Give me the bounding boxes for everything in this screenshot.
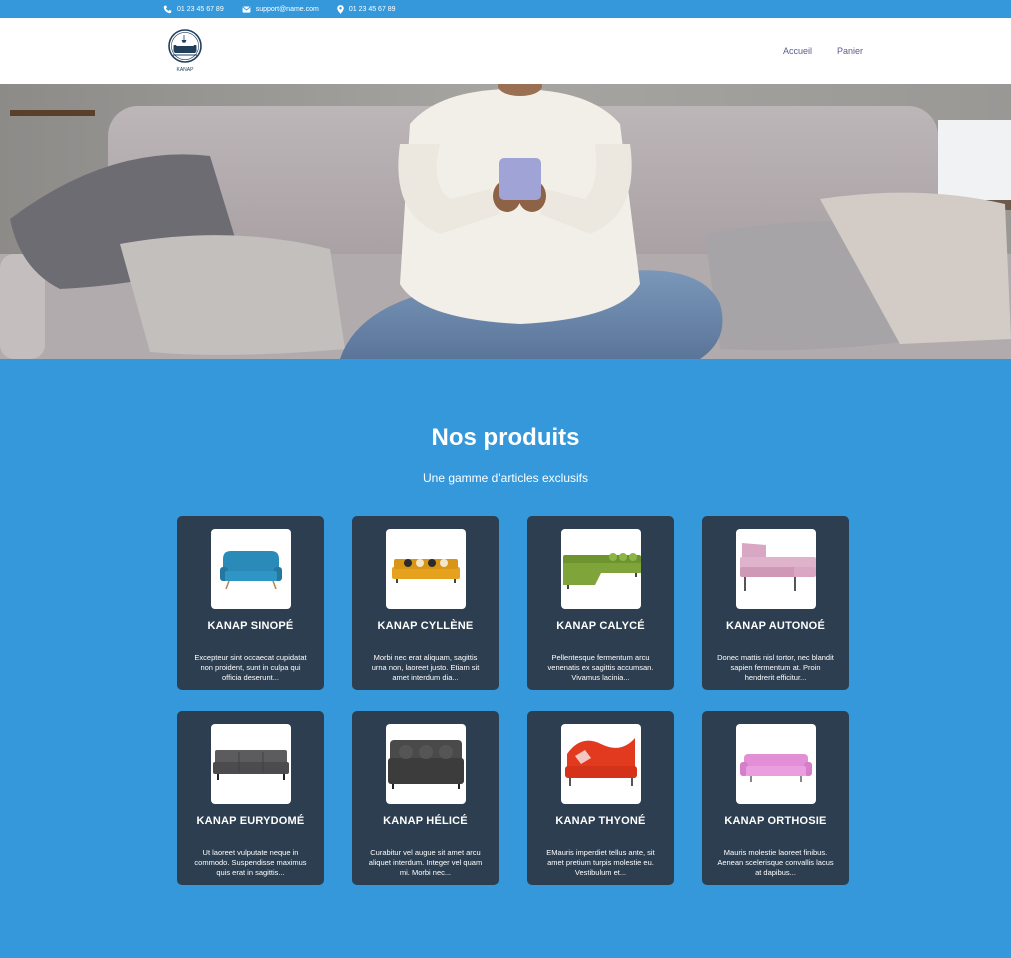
product-card[interactable]: KANAP THYONÉ EMauris imperdiet tellus an… — [527, 711, 674, 885]
product-grid: KANAP SINOPÉ Excepteur sint occaecat cup… — [177, 516, 849, 885]
phone-icon — [163, 5, 172, 13]
product-name: KANAP AUTONOÉ — [726, 620, 825, 632]
product-card[interactable]: KANAP CYLLÈNE Morbi nec erat aliquam, sa… — [352, 516, 499, 690]
product-name: KANAP CALYCÉ — [556, 620, 645, 632]
product-description: Ut laoreet vulputate neque in commodo. S… — [194, 848, 307, 877]
mail-icon — [242, 5, 251, 13]
main-nav: Accueil Panier — [783, 46, 863, 56]
product-name: KANAP THYONÉ — [555, 815, 646, 827]
product-card[interactable]: KANAP HÉLICÉ Curabitur vel augue sit ame… — [352, 711, 499, 885]
product-description: Excepteur sint occaecat cupidatat non pr… — [194, 653, 307, 682]
nav-link-panier[interactable]: Panier — [837, 46, 863, 56]
contact-phone[interactable]: 01 23 45 67 89 — [163, 5, 224, 14]
product-card[interactable]: KANAP SINOPÉ Excepteur sint occaecat cup… — [177, 516, 324, 690]
product-image[interactable] — [211, 529, 291, 609]
contact-bar: 01 23 45 67 89 support@name.com 01 23 45… — [0, 0, 1011, 18]
product-name: KANAP HÉLICÉ — [383, 815, 468, 827]
product-name: KANAP SINOPÉ — [207, 620, 294, 632]
hero-banner — [0, 84, 1011, 359]
product-description: Mauris molestie laoreet finibus. Aenean … — [717, 848, 834, 877]
products-subtitle: Une gamme d'articles exclusifs — [422, 471, 589, 485]
product-description: Donec mattis nisl tortor, nec blandit sa… — [717, 653, 834, 682]
product-name: KANAP ORTHOSIE — [724, 815, 827, 827]
product-description: Curabitur vel augue sit amet arcu alique… — [368, 848, 483, 877]
product-image[interactable] — [386, 529, 466, 609]
product-image[interactable] — [736, 529, 816, 609]
product-name: KANAP EURYDOMÉ — [196, 815, 305, 827]
kanap-logo[interactable]: KANAP — [167, 29, 203, 73]
contact-address[interactable]: 01 23 45 67 89 — [337, 4, 396, 14]
product-image[interactable] — [386, 724, 466, 804]
site-header: KANAP Accueil Panier — [0, 18, 1011, 84]
location-pin-icon — [337, 4, 344, 14]
product-description: Pellentesque fermentum arcu venenatis ex… — [547, 653, 654, 682]
products-title: Nos produits — [431, 424, 580, 451]
email-address: support@name.com — [255, 5, 319, 13]
product-image[interactable] — [561, 529, 641, 609]
product-image[interactable] — [561, 724, 641, 804]
product-description: Morbi nec erat aliquam, sagittis urna no… — [371, 653, 480, 682]
phone-number: 01 23 45 67 89 — [177, 5, 224, 13]
product-card[interactable]: KANAP ORTHOSIE Mauris molestie laoreet f… — [702, 711, 849, 885]
product-image[interactable] — [211, 724, 291, 804]
contact-email[interactable]: support@name.com — [242, 6, 319, 13]
product-image[interactable] — [736, 724, 816, 804]
nav-link-accueil[interactable]: Accueil — [783, 46, 812, 56]
product-card[interactable]: KANAP CALYCÉ Pellentesque fermentum arcu… — [527, 516, 674, 690]
product-name: KANAP CYLLÈNE — [377, 620, 474, 632]
logo-text: KANAP — [177, 67, 195, 73]
address-text: 01 23 45 67 89 — [348, 5, 396, 13]
product-card[interactable]: KANAP AUTONOÉ Donec mattis nisl tortor, … — [702, 516, 849, 690]
product-description: EMauris imperdiet tellus ante, sit amet … — [546, 848, 655, 877]
product-card[interactable]: KANAP EURYDOMÉ Ut laoreet vulputate nequ… — [177, 711, 324, 885]
